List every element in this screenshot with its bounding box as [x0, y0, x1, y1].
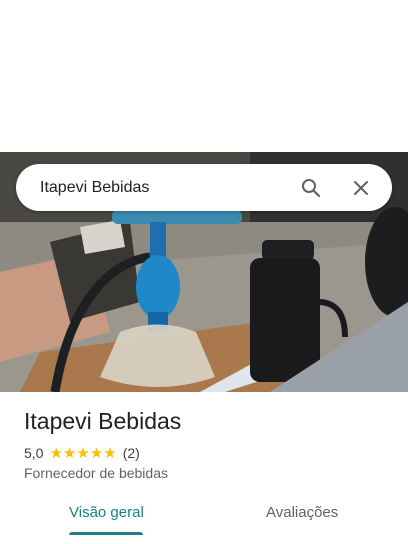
- search-input[interactable]: Itapevi Bebidas: [40, 179, 294, 197]
- tab-reviews[interactable]: Avaliações: [266, 504, 338, 521]
- rating-row[interactable]: 5,0 ★★★★★ (2): [24, 444, 140, 462]
- search-bar[interactable]: Itapevi Bebidas: [16, 164, 392, 211]
- tab-overview[interactable]: Visão geral: [69, 504, 144, 521]
- close-icon[interactable]: [344, 171, 378, 205]
- place-category[interactable]: Fornecedor de bebidas: [24, 465, 168, 481]
- search-icon[interactable]: [294, 171, 328, 205]
- place-title: Itapevi Bebidas: [24, 408, 182, 434]
- star-icon: ★★★★★: [49, 445, 117, 462]
- rating-value: 5,0: [24, 445, 44, 461]
- map-blank-area: [0, 0, 408, 152]
- review-count[interactable]: (2): [123, 445, 140, 461]
- tab-bar: Visão geral Avaliações: [0, 496, 408, 544]
- active-tab-indicator: [69, 532, 143, 535]
